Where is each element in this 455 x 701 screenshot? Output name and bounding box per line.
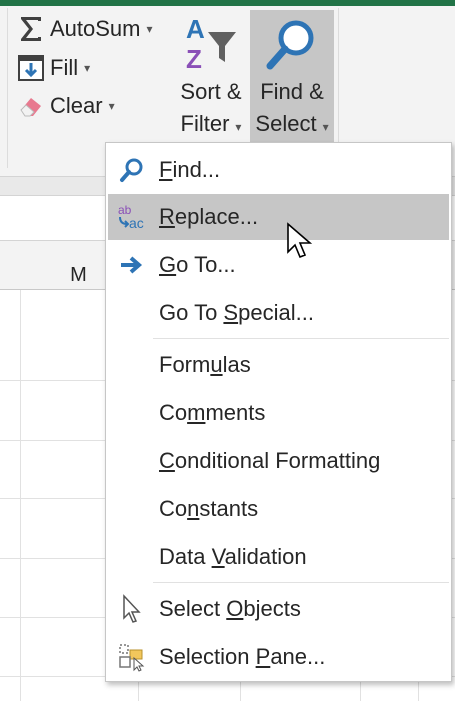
chevron-down-icon: ▾: [84, 61, 91, 75]
svg-text:ac: ac: [129, 215, 144, 231]
autosum-button[interactable]: AutoSum ▾: [16, 14, 153, 44]
binoculars-find-icon: [114, 147, 150, 193]
select-objects-cursor-icon: [114, 586, 150, 632]
chevron-down-icon: ▾: [235, 120, 242, 134]
menu-separator: [153, 338, 449, 339]
menu-item-selection-pane[interactable]: Selection Pane...: [108, 634, 449, 680]
menu-item-find[interactable]: Find...: [108, 147, 449, 193]
menu-item-select-objects[interactable]: Select Objects: [108, 586, 449, 632]
menu-item-label: Selection Pane...: [159, 644, 326, 669]
menu-item-label: Comments: [159, 400, 266, 425]
find-select-button[interactable]: Find & Select ▾: [250, 10, 334, 142]
find-select-menu: Find... ab ac Replace... Go To... Go To …: [105, 142, 452, 682]
sigma-icon: [16, 14, 46, 44]
sort-filter-label-line2: Filter ▾: [180, 111, 242, 136]
sort-filter-label-line1: Sort &: [180, 79, 242, 104]
fill-down-icon: [16, 53, 46, 83]
svg-text:A: A: [186, 14, 205, 44]
menu-item-constants[interactable]: Constants: [108, 486, 449, 532]
menu-item-label: Go To...: [159, 252, 236, 277]
menu-item-replace[interactable]: ab ac Replace...: [108, 194, 449, 240]
mouse-pointer-icon: [286, 222, 316, 267]
eraser-icon: [16, 91, 46, 121]
chevron-down-icon: ▾: [322, 120, 329, 134]
fill-label: Fill: [50, 55, 79, 80]
menu-item-label: Go To Special...: [159, 300, 314, 325]
menu-item-label: Find...: [159, 157, 221, 182]
menu-item-go-to-special[interactable]: Go To Special...: [108, 290, 449, 336]
clear-button[interactable]: Clear ▾: [16, 91, 115, 121]
fill-button[interactable]: Fill ▾: [16, 53, 90, 83]
menu-item-conditional-formatting[interactable]: Conditional Formatting: [108, 438, 449, 484]
column-header-label: M: [70, 264, 87, 286]
autosum-label: AutoSum: [50, 16, 141, 41]
replace-abc-icon: ab ac: [114, 194, 150, 240]
menu-item-label: Data Validation: [159, 544, 307, 569]
menu-item-go-to[interactable]: Go To...: [108, 242, 449, 288]
chevron-down-icon: ▾: [108, 99, 115, 113]
menu-item-comments[interactable]: Comments: [108, 390, 449, 436]
clear-label: Clear: [50, 93, 103, 118]
menu-item-label: Constants: [159, 496, 259, 521]
sort-filter-icon: A Z: [172, 14, 250, 76]
ribbon-group-separator: [7, 8, 8, 168]
find-select-label-line2: Select ▾: [255, 111, 329, 136]
menu-item-label: Replace...: [159, 204, 259, 229]
menu-item-label: Formulas: [159, 352, 251, 377]
grid-col-line: [20, 290, 21, 701]
find-select-label-line1: Find &: [260, 79, 324, 104]
menu-item-data-validation[interactable]: Data Validation: [108, 534, 449, 580]
goto-arrow-icon: [114, 242, 150, 288]
svg-text:Z: Z: [186, 44, 202, 74]
menu-item-formulas[interactable]: Formulas: [108, 342, 449, 388]
menu-item-label: Conditional Formatting: [159, 448, 381, 473]
menu-separator: [153, 582, 449, 583]
sort-filter-button[interactable]: A Z Sort & Filter ▾: [172, 14, 250, 142]
selection-pane-icon: [114, 634, 150, 680]
menu-item-label: Select Objects: [159, 596, 301, 621]
chevron-down-icon: ▾: [146, 22, 153, 36]
magnifier-icon: [250, 10, 334, 76]
